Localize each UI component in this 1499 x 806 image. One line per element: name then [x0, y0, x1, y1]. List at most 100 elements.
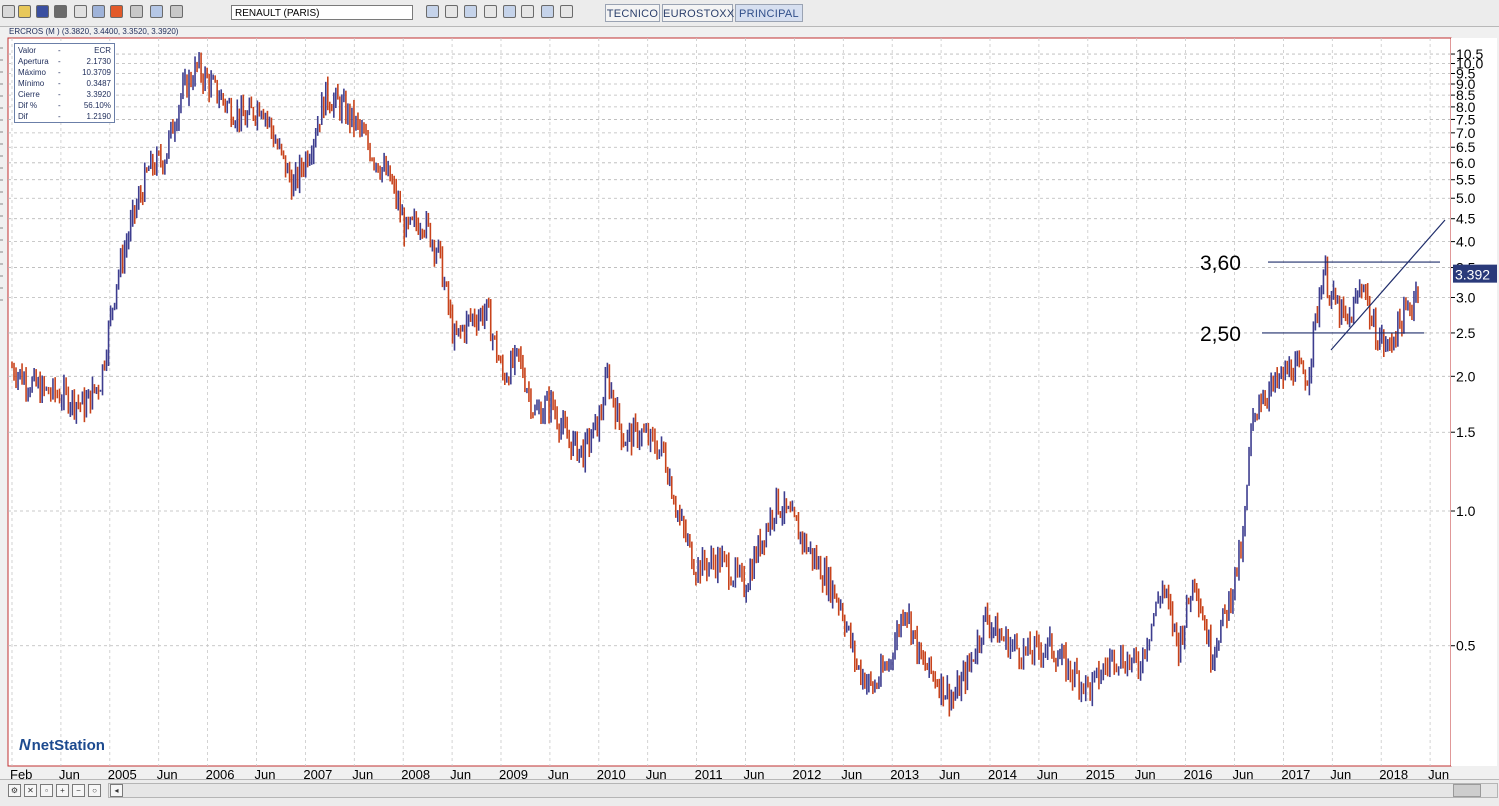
info-separator: - — [58, 90, 61, 99]
open-icon[interactable] — [18, 5, 31, 18]
new-icon[interactable] — [2, 5, 15, 18]
y-tick-label: 3.0 — [1456, 290, 1476, 306]
x-tick-label: 2010 — [597, 767, 626, 779]
tab-tecnico[interactable]: TECNICO — [605, 4, 660, 22]
info-separator: - — [58, 79, 61, 88]
x-tick-label: 2017 — [1281, 767, 1310, 779]
info-value: 10.3709 — [82, 68, 111, 77]
x-tick-label: 2011 — [695, 767, 723, 779]
info-value: 56.10% — [83, 101, 111, 110]
info-value: 2.1730 — [86, 57, 111, 66]
pen-icon[interactable] — [170, 5, 183, 18]
netstation-logo: NnetStation — [19, 737, 105, 755]
y-tick-label: 5.5 — [1456, 172, 1476, 188]
info-row: Dif % - 56.10% — [18, 100, 111, 111]
symbol-input[interactable]: RENAULT (PARIS) — [231, 5, 413, 20]
x-tick-label: 2009 — [499, 767, 528, 779]
scroll-left-icon[interactable]: ◂ — [110, 784, 123, 797]
y-tick-label: 1.5 — [1456, 424, 1476, 440]
y-tick-label: 5.0 — [1456, 190, 1476, 206]
settings-icon[interactable]: ⚙ — [8, 784, 21, 797]
x-tick-label: Jun — [59, 767, 80, 779]
zoom-in-icon[interactable]: + — [56, 784, 69, 797]
copy-icon[interactable] — [74, 5, 87, 18]
save-icon[interactable] — [36, 5, 49, 18]
info-row: Valor - ECR — [18, 45, 111, 56]
info-label: Cierre — [18, 90, 40, 99]
info-separator: - — [58, 57, 61, 66]
info-label: Apertura — [18, 57, 49, 66]
y-tick-label: 1.0 — [1456, 503, 1476, 519]
info-label: Dif — [18, 112, 28, 121]
layers-icon[interactable] — [92, 5, 105, 18]
x-tick-label: 2018 — [1379, 767, 1408, 779]
chart-icon[interactable] — [503, 5, 516, 18]
info-separator: - — [58, 101, 61, 110]
annotation-label: 2,50 — [1200, 323, 1241, 346]
x-tick-label: 2016 — [1184, 767, 1213, 779]
x-tick-label: Feb — [10, 767, 32, 779]
scrollbar-thumb[interactable] — [1453, 784, 1481, 797]
window-icon[interactable] — [426, 5, 439, 18]
info-panel: Valor - ECR Apertura -2.1730 Máximo -10.3709 Mí… — [14, 43, 115, 123]
text-icon[interactable] — [130, 5, 143, 18]
x-tick-label: Jun — [841, 767, 862, 779]
x-tick-label: 2012 — [792, 767, 821, 779]
x-tick-label: Jun — [939, 767, 960, 779]
zoom-out-icon[interactable]: − — [72, 784, 85, 797]
logo-text: netStation — [31, 737, 105, 754]
annotation-label: 3,60 — [1200, 252, 1241, 275]
info-row: Máximo - 10.3709 — [18, 67, 111, 78]
print-icon[interactable] — [54, 5, 67, 18]
y-tick-label: 6.5 — [1456, 139, 1476, 155]
x-tick-label: 2005 — [108, 767, 137, 779]
x-tick-label: 2008 — [401, 767, 430, 779]
info-value: 3.3920 — [86, 90, 111, 99]
info-label: Máximo — [18, 68, 47, 77]
info-value: 1.2190 — [86, 112, 111, 121]
info-separator: - — [58, 46, 61, 55]
info-separator: - — [58, 68, 61, 77]
x-tick-label: 2013 — [890, 767, 919, 779]
x-tick-label: Jun — [255, 767, 276, 779]
help-icon[interactable] — [560, 5, 573, 18]
image-icon[interactable] — [150, 5, 163, 18]
draw-icon[interactable] — [541, 5, 554, 18]
indicator-icon[interactable] — [521, 5, 534, 18]
info-label: Mínimo — [18, 79, 45, 88]
y-tick-label: 6.0 — [1456, 155, 1476, 171]
info-value: 0.3487 — [86, 79, 111, 88]
zoom-fit-icon[interactable]: ▫ — [40, 784, 53, 797]
x-tick-label: Jun — [548, 767, 569, 779]
info-row: Apertura - 2.1730 — [18, 56, 111, 67]
crosshair-icon[interactable]: ✕ — [24, 784, 37, 797]
y-tick-label: 4.0 — [1456, 234, 1476, 250]
y-tick-label: 2.0 — [1456, 368, 1476, 384]
config-icon[interactable] — [445, 5, 458, 18]
x-tick-label: Jun — [1428, 767, 1449, 779]
x-tick-label: Jun — [450, 767, 471, 779]
logo-mark: N — [19, 737, 31, 754]
y-tick-label: 2.5 — [1456, 325, 1476, 341]
x-tick-label: Jun — [1037, 767, 1058, 779]
info-value: ECR — [94, 46, 111, 55]
tab-principal[interactable]: PRINCIPAL — [735, 4, 803, 22]
price-chart[interactable]: 10.510.09.59.08.58.07.57.06.56.05.55.04.… — [0, 26, 1499, 779]
x-tick-label: 2007 — [303, 767, 332, 779]
info-label: Dif % — [18, 101, 38, 110]
grid-icon[interactable] — [484, 5, 497, 18]
tab-eurostoxx[interactable]: EUROSTOXX — [662, 4, 734, 22]
horizontal-scrollbar[interactable] — [108, 783, 1498, 798]
info-row: Mínimo - 0.3487 — [18, 78, 111, 89]
x-tick-label: Jun — [1233, 767, 1254, 779]
x-tick-label: Jun — [646, 767, 667, 779]
x-tick-label: Jun — [1135, 767, 1156, 779]
info-row: Cierre - 3.3920 — [18, 89, 111, 100]
zoom-reset-icon[interactable]: ○ — [88, 784, 101, 797]
compare-icon[interactable] — [464, 5, 477, 18]
y-tick-label: 4.5 — [1456, 211, 1476, 227]
pie-icon[interactable] — [110, 5, 123, 18]
x-tick-label: Jun — [1330, 767, 1351, 779]
x-tick-label: Jun — [157, 767, 178, 779]
y-tick-label: 0.5 — [1456, 638, 1476, 654]
